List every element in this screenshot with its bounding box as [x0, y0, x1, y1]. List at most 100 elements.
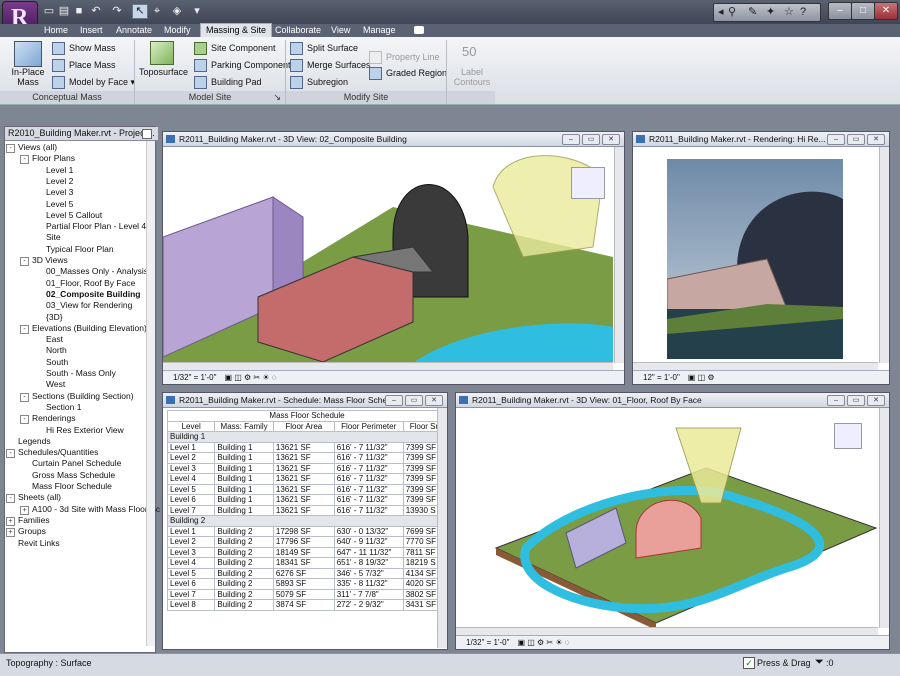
view-close-button[interactable]: ✕ — [425, 395, 443, 406]
tab-view[interactable]: View — [326, 24, 355, 37]
view-close-button[interactable]: ✕ — [602, 134, 620, 145]
tree-expander-icon[interactable]: - — [20, 392, 29, 402]
tab-collaborate[interactable]: Collaborate — [270, 24, 326, 37]
schedule-group-row[interactable]: Building 2 — [167, 515, 447, 527]
schedule-cell[interactable]: Building 1 — [214, 494, 274, 506]
browser-node[interactable]: A100 - 3d Site with Mass Floor Sc — [32, 504, 160, 515]
tree-expander-icon[interactable]: + — [6, 528, 15, 538]
model-by-face-button[interactable]: Model by Face ▾ — [52, 75, 135, 90]
schedule-cell[interactable]: Building 1 — [214, 441, 274, 453]
browser-node[interactable]: Hi Res Exterior View — [46, 425, 124, 436]
browser-node[interactable]: Typical Floor Plan — [46, 244, 114, 255]
schedule-cell[interactable]: Building 2 — [214, 525, 274, 537]
view-schedule[interactable]: R2011_Building Maker.rvt - Schedule: Mas… — [162, 392, 448, 650]
close-panel-icon[interactable] — [142, 129, 152, 139]
view-minimize-button[interactable]: – — [827, 395, 845, 406]
schedule-cell[interactable]: 5893 SF — [272, 578, 335, 590]
view-vscroll[interactable] — [614, 147, 624, 363]
browser-node[interactable]: Groups — [18, 526, 46, 537]
view-close-button[interactable]: ✕ — [867, 395, 885, 406]
schedule-cell[interactable]: Building 2 — [214, 536, 274, 548]
schedule-cell[interactable]: Level 4 — [166, 473, 216, 485]
browser-node[interactable]: Partial Floor Plan - Level 4 — [46, 221, 146, 232]
schedule-cell[interactable]: Level 7 — [166, 504, 216, 516]
viewcube-icon[interactable] — [834, 423, 862, 449]
viewcube-icon[interactable] — [571, 167, 605, 199]
close-button[interactable]: ✕ — [874, 2, 898, 20]
schedule-cell[interactable]: 616' - 7 11/32" — [333, 452, 404, 464]
split-surface-button[interactable]: Split Surface — [290, 41, 358, 56]
view-scale[interactable]: 1/32" = 1'-0" — [173, 373, 216, 382]
inplace-mass-button[interactable]: In-Place Mass — [9, 67, 47, 87]
view-scale[interactable]: 1/32" = 1'-0" — [466, 638, 509, 647]
composite-3d-canvas[interactable] — [163, 147, 613, 363]
browser-node[interactable]: Sheets (all) — [18, 492, 61, 503]
view-controls-icons[interactable]: ▣ ◫ ⚙ — [688, 373, 715, 382]
schedule-row[interactable]: Level 5 Building 2 6276 SF 346' - 5 7/32" 41… — [166, 567, 447, 579]
schedule-cell[interactable]: 13621 SF — [272, 452, 335, 464]
view-controls-icons[interactable]: ▣ ◫ ⚙ ✂ ☀ ◌ — [517, 638, 569, 647]
wrench-icon[interactable]: ✎ — [748, 4, 757, 21]
schedule-cell[interactable]: 272' - 2 9/32" — [333, 599, 404, 611]
browser-node[interactable]: North — [46, 345, 67, 356]
subregion-button[interactable]: Subregion — [290, 75, 348, 90]
schedule-row[interactable]: Level 4 Building 1 13621 SF 616' - 7 11/32"… — [166, 473, 447, 485]
label-contours-button[interactable]: Label Contours — [452, 67, 492, 87]
tree-expander-icon[interactable]: + — [6, 516, 15, 526]
schedule-group-row[interactable]: Building 1 — [167, 431, 447, 443]
undo-icon[interactable]: ↶ — [89, 5, 103, 18]
tree-expander-icon[interactable]: - — [20, 257, 29, 266]
schedule-cell[interactable]: Level 1 — [166, 441, 216, 453]
schedule-cell[interactable]: 18341 SF — [272, 557, 335, 569]
browser-node[interactable]: Section 1 — [46, 402, 81, 413]
browser-node[interactable]: Site — [46, 232, 61, 243]
schedule-cell[interactable]: 13621 SF — [272, 473, 335, 485]
site-component-button[interactable]: Site Component — [194, 41, 276, 56]
schedule-cell[interactable]: 17298 SF — [272, 525, 335, 537]
schedule-cell[interactable]: Level 6 — [166, 494, 216, 506]
schedule-cell[interactable]: 13621 SF — [272, 504, 335, 516]
schedule-cell[interactable]: Level 7 — [166, 588, 216, 600]
open-icon[interactable]: ▤ — [57, 5, 71, 18]
browser-node[interactable]: Level 5 Callout — [46, 210, 102, 221]
schedule-cell[interactable]: Level 1 — [166, 525, 216, 537]
star-icon[interactable]: ☆ — [784, 4, 794, 21]
schedule-cell[interactable]: Building 1 — [214, 473, 274, 485]
view3d-icon[interactable]: ◈ — [170, 5, 184, 18]
redo-icon[interactable]: ↷ — [110, 5, 124, 18]
view-vscroll[interactable] — [879, 408, 889, 628]
filter-icon[interactable]: ⏷ — [815, 656, 824, 669]
maximize-button[interactable]: □ — [851, 2, 875, 20]
floor-roof-3d-canvas[interactable] — [456, 408, 878, 628]
satellite-icon[interactable]: ✦ — [766, 4, 775, 21]
tab-home[interactable]: Home — [39, 24, 73, 37]
browser-node[interactable]: Families — [18, 515, 50, 526]
schedule-cell[interactable]: 13621 SF — [272, 483, 335, 495]
merge-surfaces-button[interactable]: Merge Surfaces — [290, 58, 371, 73]
schedule-cell[interactable]: Level 5 — [166, 567, 216, 579]
schedule-cell[interactable]: 651' - 8 19/32" — [333, 557, 404, 569]
tab-insert[interactable]: Insert — [75, 24, 108, 37]
browser-node[interactable]: Elevations (Building Elevation) — [32, 323, 147, 334]
schedule-header-cell[interactable]: Level — [166, 420, 216, 432]
schedule-row[interactable]: Level 6 Building 2 5893 SF 335' - 8 11/32" 4… — [166, 578, 447, 590]
schedule-cell[interactable]: Level 4 — [166, 557, 216, 569]
schedule-header-cell[interactable]: Floor Perimeter — [333, 420, 404, 432]
browser-node[interactable]: Level 1 — [46, 165, 73, 176]
show-mass-button[interactable]: Show Mass — [52, 41, 116, 56]
save-icon[interactable]: ■ — [72, 5, 86, 18]
measure-icon[interactable]: ⌖ — [150, 5, 164, 18]
browser-scrollbar[interactable] — [146, 141, 155, 646]
schedule-table[interactable]: Mass Floor Schedule Level Mass: Family Floo… — [166, 410, 447, 611]
view-close-button[interactable]: ✕ — [867, 134, 885, 145]
graded-region-button[interactable]: Graded Region — [369, 66, 447, 81]
view-minimize-button[interactable]: – — [562, 134, 580, 145]
browser-node[interactable]: 01_Floor, Roof By Face — [46, 278, 135, 289]
browser-node[interactable]: Level 5 — [46, 199, 73, 210]
browser-node[interactable]: South - Mass Only — [46, 368, 116, 379]
schedule-cell[interactable]: 311' - 7 7/8" — [333, 588, 404, 600]
schedule-row[interactable]: Level 2 Building 2 17796 SF 640' - 9 11/32"… — [166, 536, 447, 548]
schedule-row[interactable]: Level 2 Building 1 13621 SF 616' - 7 11/32"… — [166, 452, 447, 464]
schedule-cell[interactable]: 640' - 9 11/32" — [333, 536, 404, 548]
schedule-cell[interactable]: Level 5 — [166, 483, 216, 495]
